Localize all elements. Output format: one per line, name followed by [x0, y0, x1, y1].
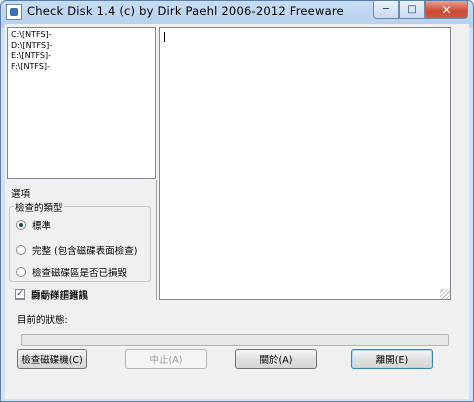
radio-full-label: 完整 (包含磁碟表面檢查)	[32, 246, 138, 257]
radio-standard[interactable]: 標準	[16, 218, 51, 232]
radio-standard-indicator[interactable]	[16, 220, 26, 230]
client-area: C:\[NTFS]- D:\[NTFS]- E:\[NTFS]- F:\[NTF…	[5, 24, 469, 399]
options-title: 選項	[11, 189, 31, 200]
radio-full[interactable]: 完整 (包含磁碟表面檢查)	[16, 243, 137, 257]
close-icon[interactable]: ✕	[425, 1, 468, 19]
options-panel: 選項 檢查的類型 標準 完整 (包含磁碟表面檢查) 檢查磁碟區是否已損毀 自動修…	[5, 180, 157, 302]
drive-list[interactable]: C:\[NTFS]- D:\[NTFS]- E:\[NTFS]- F:\[NTF…	[7, 27, 156, 179]
minimize-icon[interactable]: ─	[373, 1, 399, 19]
drive-item[interactable]: D:\[NTFS]-	[11, 41, 152, 52]
drive-item[interactable]: C:\[NTFS]-	[11, 30, 152, 41]
radio-dirty-check-label: 檢查磁碟區是否已損毀	[32, 268, 128, 279]
text-caret	[164, 32, 165, 42]
check-type-group: 檢查的類型 標準 完整 (包含磁碟表面檢查) 檢查磁碟區是否已損毀	[9, 200, 151, 282]
output-textarea[interactable]	[159, 27, 451, 300]
drive-item[interactable]: F:\[NTFS]-	[11, 62, 152, 73]
exit-button[interactable]: 離開(E)	[351, 349, 433, 369]
radio-dirty-check-indicator[interactable]	[16, 267, 26, 277]
title-bar[interactable]: Check Disk 1.4 (c) by Dirk Paehl 2006-20…	[1, 1, 473, 23]
radio-standard-label: 標準	[32, 221, 52, 232]
maximize-icon[interactable]: □	[399, 1, 425, 19]
radio-dirty-check[interactable]: 檢查磁碟區是否已損毀	[16, 265, 127, 279]
check-disk-button[interactable]: 檢查磁碟機(C)	[17, 349, 87, 369]
drive-item[interactable]: E:\[NTFS]-	[11, 51, 152, 62]
checkbox-verbose[interactable]: ✓ 顯示詳細資訊	[15, 287, 88, 301]
progress-bar	[21, 334, 449, 346]
about-button[interactable]: 關於(A)	[235, 349, 317, 369]
radio-full-indicator[interactable]	[16, 245, 26, 255]
status-label: 目前的狀態:	[17, 315, 68, 326]
resize-grip-icon[interactable]	[440, 289, 450, 299]
caption-buttons: ─ □ ✕	[373, 1, 468, 20]
app-icon	[6, 4, 22, 20]
window-title: Check Disk 1.4 (c) by Dirk Paehl 2006-20…	[27, 4, 344, 18]
app-window: Check Disk 1.4 (c) by Dirk Paehl 2006-20…	[0, 0, 474, 402]
checkbox-verbose-box[interactable]: ✓	[15, 289, 25, 299]
checkbox-verbose-label: 顯示詳細資訊	[31, 290, 89, 301]
stop-button[interactable]: 中止(A)	[125, 349, 207, 369]
check-type-label: 檢查的類型	[14, 200, 64, 214]
